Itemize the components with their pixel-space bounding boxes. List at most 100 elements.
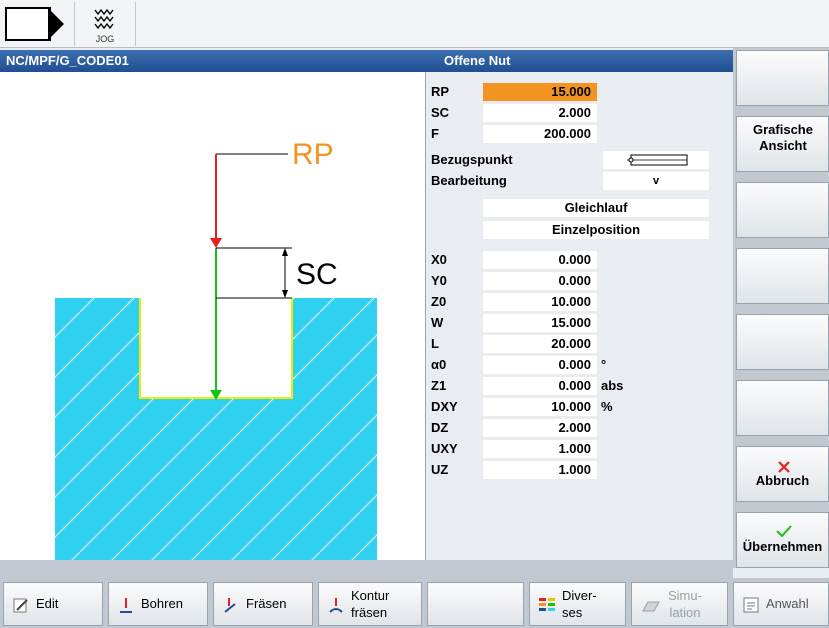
param-label: DZ: [431, 420, 449, 435]
program-path: NC/MPF/G_CODE01: [6, 53, 129, 68]
diverses-button[interactable]: Diver-ses: [529, 582, 626, 626]
param-row-einzelposition: Einzelposition: [427, 220, 733, 239]
uxy-input[interactable]: 1.000: [483, 440, 597, 458]
bohren-button[interactable]: Bohren: [108, 582, 208, 626]
param-row-x0: X0 0.000: [427, 250, 733, 269]
param-row-gleichlauf: Gleichlauf: [427, 198, 733, 217]
a0-input[interactable]: 0.000: [483, 356, 597, 374]
selection-list-icon: [743, 597, 759, 613]
sc-input[interactable]: 2.000: [483, 104, 597, 122]
softkey-label-line2: fräsen: [351, 605, 388, 620]
bezugspunkt-select[interactable]: [603, 151, 709, 169]
title-bar: NC/MPF/G_CODE01 Offene Nut: [0, 50, 733, 72]
vsoftkey-4[interactable]: [736, 248, 829, 304]
dxy-input[interactable]: 10.000: [483, 398, 597, 416]
param-label: UXY: [431, 441, 458, 456]
z0-input[interactable]: 10.000: [483, 293, 597, 311]
dz-input[interactable]: 2.000: [483, 419, 597, 437]
l-input[interactable]: 20.000: [483, 335, 597, 353]
drill-icon: [120, 598, 132, 613]
param-row-rp: RP 15.000: [427, 82, 733, 101]
param-row-z0: Z0 10.000: [427, 292, 733, 311]
edit-pencil-icon: [13, 598, 28, 613]
y0-input[interactable]: 0.000: [483, 272, 597, 290]
param-unit: °: [601, 357, 607, 372]
softkey-label-line2: ses: [562, 605, 583, 620]
param-label: Z1: [431, 378, 447, 393]
horizontal-softkey-bar: Edit Bohren Fräsen Kontur fräsen Diver- …: [0, 578, 829, 628]
vsoftkey-5[interactable]: [736, 314, 829, 370]
param-label: X0: [431, 252, 447, 267]
param-label: SC: [431, 105, 450, 120]
cancel-x-icon: [778, 461, 790, 473]
param-row-bezugspunkt: Bezugspunkt: [427, 150, 733, 169]
w-input[interactable]: 15.000: [483, 314, 597, 332]
grafische-ansicht-button[interactable]: Grafische Ansicht: [736, 116, 829, 172]
param-label: DXY: [431, 399, 458, 414]
simulation-button[interactable]: Simu-lation: [631, 582, 728, 626]
softkey-label-line1: Diver-: [562, 588, 597, 603]
param-label: α0: [431, 357, 447, 372]
uz-input[interactable]: 1.000: [483, 461, 597, 479]
top-bar: JOG: [0, 0, 829, 48]
param-label: W: [431, 315, 444, 330]
edit-button[interactable]: Edit: [3, 582, 103, 626]
contour-milling-icon: [329, 598, 343, 613]
param-label: L: [431, 336, 439, 351]
rp-input[interactable]: 15.000: [483, 83, 597, 101]
channel-arrow-icon[interactable]: [4, 4, 72, 44]
parameter-panel: RP 15.000 SC 2.000 F 200.000 Bezugspunkt…: [427, 72, 733, 560]
param-row-dz: DZ 2.000: [427, 418, 733, 437]
status-bar: [0, 560, 733, 578]
z1-input[interactable]: 0.000: [483, 377, 597, 395]
param-unit: %: [601, 399, 613, 414]
fraesen-button[interactable]: Fräsen: [213, 582, 313, 626]
vsoftkey-6[interactable]: [736, 380, 829, 436]
f-input[interactable]: 200.000: [483, 125, 597, 143]
slot-diagram: RP SC: [55, 138, 377, 560]
param-row-bearbeitung: Bearbeitung v: [427, 171, 733, 190]
param-label: Z0: [431, 294, 447, 309]
param-row-y0: Y0 0.000: [427, 271, 733, 290]
einzelposition-select[interactable]: Einzelposition: [483, 221, 709, 239]
form-title: Offene Nut: [444, 53, 511, 68]
param-label: Y0: [431, 273, 447, 288]
uebernehmen-button[interactable]: Übernehmen: [736, 512, 829, 568]
param-row-sc: SC 2.000: [427, 103, 733, 122]
softkey-label-line1: Kontur: [351, 588, 390, 603]
rp-label: RP: [292, 138, 334, 171]
vertical-softkey-bar: Grafische Ansicht Abbruch Übernehmen: [733, 48, 829, 568]
simulation-icon: [642, 601, 660, 612]
bearbeitung-select[interactable]: v: [603, 172, 709, 190]
mode-label: JOG: [95, 34, 115, 44]
kontur-fraesen-button[interactable]: Kontur fräsen: [318, 582, 422, 626]
gleichlauf-select[interactable]: Gleichlauf: [483, 199, 709, 217]
abbruch-button[interactable]: Abbruch: [736, 446, 829, 502]
param-label: F: [431, 126, 439, 141]
jog-mode-indicator: JOG: [74, 2, 136, 46]
param-row-z1: Z1 0.000 abs: [427, 376, 733, 395]
param-label: RP: [431, 84, 450, 99]
hsoftkey-5[interactable]: [427, 582, 524, 626]
sc-label: SC: [296, 258, 338, 291]
param-row-uz: UZ 1.000: [427, 460, 733, 479]
jog-wave-icon: [94, 8, 114, 30]
param-unit: abs: [601, 378, 624, 393]
vsoftkey-1[interactable]: [736, 50, 829, 106]
param-row-f: F 200.000: [427, 124, 733, 143]
softkey-label-line1: Simu-: [668, 588, 702, 603]
x0-input[interactable]: 0.000: [483, 251, 597, 269]
help-graphic: RP SC: [0, 72, 426, 560]
param-row-a0: α0 0.000 °: [427, 355, 733, 374]
param-label: Bezugspunkt: [431, 152, 513, 167]
vsoftkey-3[interactable]: [736, 182, 829, 238]
diverses-colors-icon: [539, 598, 555, 611]
param-row-l: L 20.000: [427, 334, 733, 353]
param-row-dxy: DXY 10.000 %: [427, 397, 733, 416]
param-label: UZ: [431, 462, 449, 477]
milling-icon: [224, 598, 236, 613]
softkey-label-line2: lation: [669, 605, 701, 620]
checkmark-icon: [776, 525, 792, 537]
reference-point-icon: [627, 154, 688, 166]
anwahl-button[interactable]: Anwahl: [733, 582, 829, 626]
